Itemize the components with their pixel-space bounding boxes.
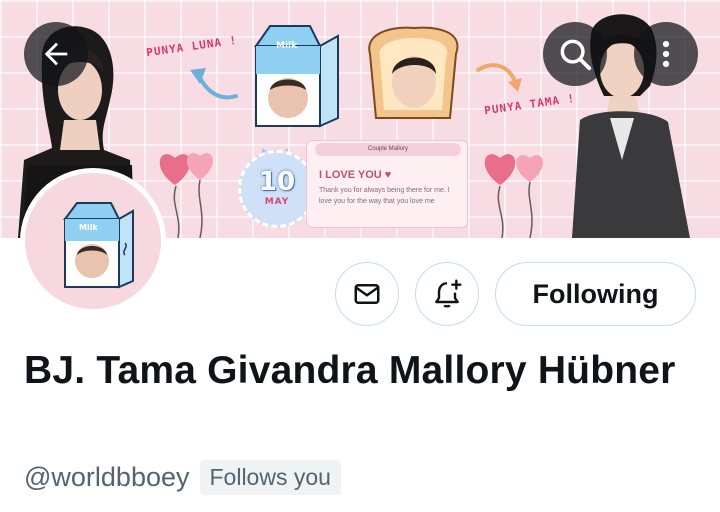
date-month: MAY bbox=[264, 197, 290, 207]
bell-plus-icon bbox=[435, 279, 462, 308]
arrow-left-icon bbox=[44, 42, 68, 66]
back-button[interactable] bbox=[24, 22, 88, 86]
avatar-milk-label: Milk bbox=[79, 223, 98, 232]
avatar-milk-carton bbox=[63, 202, 134, 289]
note-body: Thank you for always being there for me.… bbox=[319, 187, 450, 205]
banner-balloons-left bbox=[159, 153, 214, 238]
search-button[interactable] bbox=[543, 22, 607, 86]
milk-label: Milk bbox=[276, 41, 298, 51]
notifications-button[interactable] bbox=[415, 262, 479, 326]
handle-row: @worldbboey Follows you bbox=[24, 460, 341, 495]
note-tab: Couple Mallory bbox=[315, 143, 461, 156]
date-day: 10 bbox=[258, 167, 296, 197]
banner-toast bbox=[368, 26, 459, 119]
note-heading: I LOVE YOU ♥ bbox=[319, 169, 392, 181]
avatar-image: Milk bbox=[25, 173, 161, 309]
search-icon bbox=[560, 39, 592, 71]
user-handle: @worldbboey bbox=[24, 462, 190, 492]
more-vertical-icon bbox=[662, 40, 670, 68]
more-options-button[interactable] bbox=[634, 22, 698, 86]
date-badge: 10 MAY bbox=[238, 150, 316, 228]
display-name: BJ. Tama Givandra Mallory Hübner bbox=[24, 349, 676, 392]
envelope-icon bbox=[354, 284, 380, 304]
follows-you-badge: Follows you bbox=[199, 460, 341, 495]
message-button[interactable] bbox=[335, 262, 399, 326]
banner-balloons-right bbox=[484, 154, 544, 238]
profile-avatar[interactable]: Milk bbox=[20, 168, 166, 314]
following-button[interactable]: Following bbox=[495, 262, 696, 326]
love-note-card: Couple Mallory I LOVE YOU ♥ Thank you fo… bbox=[306, 140, 468, 228]
